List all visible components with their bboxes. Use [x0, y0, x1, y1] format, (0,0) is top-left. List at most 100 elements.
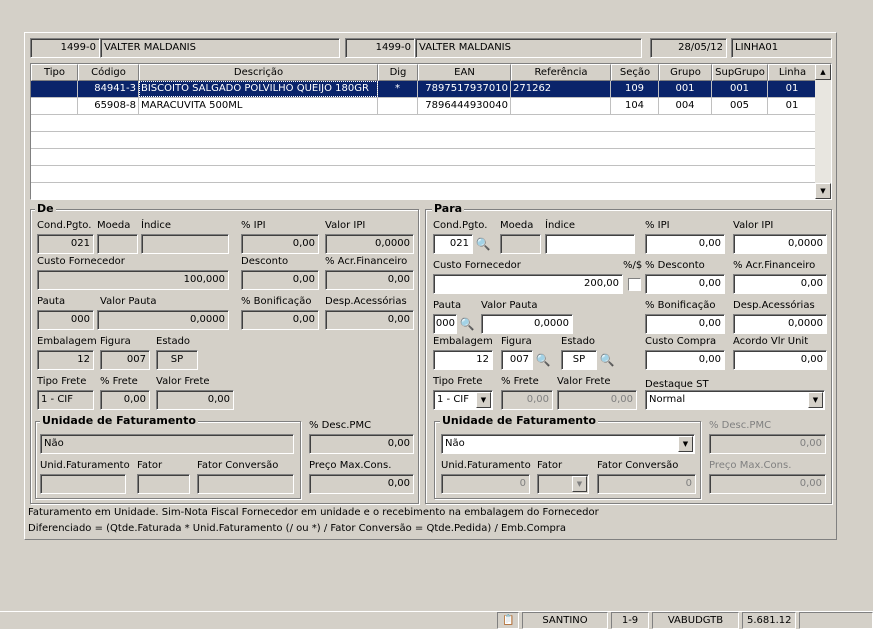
para-destaque-st-value: Normal [649, 394, 686, 405]
col-header-supgrupo[interactable]: SupGrupo [712, 64, 768, 81]
col-header-secao[interactable]: Seção [611, 64, 659, 81]
de-label-tipo-frete: Tipo Frete [37, 376, 87, 387]
fornecedor2-codigo: 1499-0 [345, 38, 415, 58]
de-bonificacao: 0,00 [241, 310, 319, 330]
para-label-pauta: Pauta [433, 300, 462, 311]
para-label-unid-faturamento: Unid.Faturamento [441, 460, 531, 471]
de-label-figura: Figura [100, 336, 131, 347]
de-valor-frete: 0,00 [156, 390, 234, 410]
chevron-down-icon[interactable]: ▼ [808, 392, 823, 408]
fornecedor2-nome: VALTER MALDANIS [415, 38, 642, 58]
col-header-tipo[interactable]: Tipo [31, 64, 78, 81]
table-row[interactable]: 84941-3 BISCOITO SALGADO POLVILHO QUEIJO… [31, 81, 817, 98]
col-header-codigo[interactable]: Código [78, 64, 139, 81]
table-row[interactable] [31, 166, 817, 183]
cell-grupo: 004 [659, 98, 712, 114]
de-cond-pgto: 021 [37, 234, 94, 254]
para-figura-input[interactable]: 007 [501, 350, 533, 370]
de-tipo-frete: 1 - CIF [37, 390, 94, 410]
para-cond-pgto-input[interactable]: 021 [433, 234, 473, 254]
para-bonificacao-input[interactable]: 0,00 [645, 314, 725, 334]
para-ipi-input[interactable]: 0,00 [645, 234, 725, 254]
table-row[interactable] [31, 132, 817, 149]
para-unidade-value: Não [445, 438, 465, 449]
para-indice-input[interactable] [545, 234, 635, 254]
de-label-desc-pmc: % Desc.PMC [309, 420, 372, 431]
col-header-ean[interactable]: EAN [418, 64, 511, 81]
para-pauta-input[interactable]: 000 [433, 314, 457, 334]
grid-scrollbar[interactable]: ▲ ▼ [815, 64, 831, 199]
para-embalagem-input[interactable]: 12 [433, 350, 493, 370]
para-tipo-frete-value: 1 - CIF [437, 394, 470, 405]
para-label-valor-ipi: Valor IPI [733, 220, 774, 231]
footer-note-1: Faturamento em Unidade. Sim-Nota Fiscal … [28, 507, 599, 518]
para-valor-ipi-input[interactable]: 0,0000 [733, 234, 827, 254]
para-label-tipo-frete: Tipo Frete [433, 376, 483, 387]
para-desp-acessorias-input[interactable]: 0,0000 [733, 314, 827, 334]
table-row[interactable]: 65908-8 MARACUVITA 500ML 7896444930040 1… [31, 98, 817, 115]
table-row[interactable] [31, 149, 817, 166]
para-destaque-st-select[interactable]: Normal ▼ [645, 390, 825, 410]
de-figura: 007 [100, 350, 150, 370]
chevron-down-icon[interactable]: ▼ [678, 436, 693, 452]
para-valor-pauta-input[interactable]: 0,0000 [481, 314, 573, 334]
para-moeda [500, 234, 541, 254]
para-tipo-frete-select[interactable]: 1 - CIF ▼ [433, 390, 493, 410]
cell-descricao: MARACUVITA 500ML [139, 98, 378, 114]
chevron-down-icon[interactable]: ▼ [476, 392, 491, 408]
scroll-down-icon[interactable]: ▼ [815, 183, 831, 199]
col-header-dig[interactable]: Dig [378, 64, 418, 81]
para-label-perc-cifrao: %/$ [623, 260, 643, 271]
para-preco-max-input[interactable]: 0,00 [709, 474, 826, 494]
scroll-up-icon[interactable]: ▲ [815, 64, 831, 80]
para-estado-input[interactable]: SP [561, 350, 597, 370]
de-acr-financeiro: 0,00 [325, 270, 414, 290]
para-label-indice: Índice [545, 220, 576, 231]
cell-ean: 7896444930040 [418, 98, 511, 114]
para-label-valor-pauta: Valor Pauta [481, 300, 538, 311]
cell-supgrupo: 005 [712, 98, 768, 114]
status-code: 1-9 [611, 612, 649, 629]
table-row[interactable] [31, 115, 817, 132]
para-unidade-select[interactable]: Não ▼ [441, 434, 695, 454]
products-grid[interactable]: Tipo Código Descrição Dig EAN Referência… [30, 63, 832, 200]
cell-linha: 01 [768, 98, 817, 114]
de-estado: SP [156, 350, 198, 370]
para-label-custo-fornecedor: Custo Fornecedor [433, 260, 521, 271]
para-acr-financeiro-input[interactable]: 0,00 [733, 274, 827, 294]
col-header-descricao[interactable]: Descrição [139, 64, 378, 81]
para-custo-fornecedor-input[interactable]: 200,00 [433, 274, 623, 294]
para-custo-compra-input[interactable]: 0,00 [645, 350, 725, 370]
binoculars-icon[interactable]: 🔍 [474, 235, 492, 253]
col-header-grupo[interactable]: Grupo [659, 64, 712, 81]
cell-tipo [31, 81, 78, 97]
de-fator [137, 474, 190, 494]
de-label-custo-fornecedor: Custo Fornecedor [37, 256, 125, 267]
para-valor-frete-input[interactable]: 0,00 [557, 390, 637, 410]
para-desconto-input[interactable]: 0,00 [645, 274, 725, 294]
para-title: Para [432, 202, 465, 215]
binoculars-icon[interactable]: 🔍 [534, 351, 552, 369]
col-header-linha[interactable]: Linha [768, 64, 817, 81]
binoculars-icon[interactable]: 🔍 [598, 351, 616, 369]
de-indice [141, 234, 229, 254]
chevron-down-icon[interactable]: ▼ [572, 476, 587, 492]
de-moeda [97, 234, 138, 254]
perc-cifrao-checkbox[interactable] [628, 278, 641, 291]
para-perc-frete-input[interactable]: 0,00 [501, 390, 553, 410]
de-unidade-title: Unidade de Faturamento [40, 414, 198, 427]
fornecedor-nome: VALTER MALDANIS [100, 38, 340, 58]
de-label-fator-conversao: Fator Conversão [197, 460, 279, 471]
binoculars-icon[interactable]: 🔍 [458, 315, 476, 333]
de-pauta: 000 [37, 310, 94, 330]
para-unid-faturamento-input[interactable]: 0 [441, 474, 530, 494]
col-header-referencia[interactable]: Referência [511, 64, 611, 81]
para-desc-pmc-input[interactable]: 0,00 [709, 434, 826, 454]
para-fator-select[interactable]: ▼ [537, 474, 589, 494]
cell-codigo: 65908-8 [78, 98, 139, 114]
para-acordo-input[interactable]: 0,00 [733, 350, 827, 370]
de-valor-ipi: 0,0000 [325, 234, 414, 254]
de-title: De [35, 202, 56, 215]
para-fator-conversao-input[interactable]: 0 [597, 474, 696, 494]
de-label-valor-pauta: Valor Pauta [100, 296, 157, 307]
